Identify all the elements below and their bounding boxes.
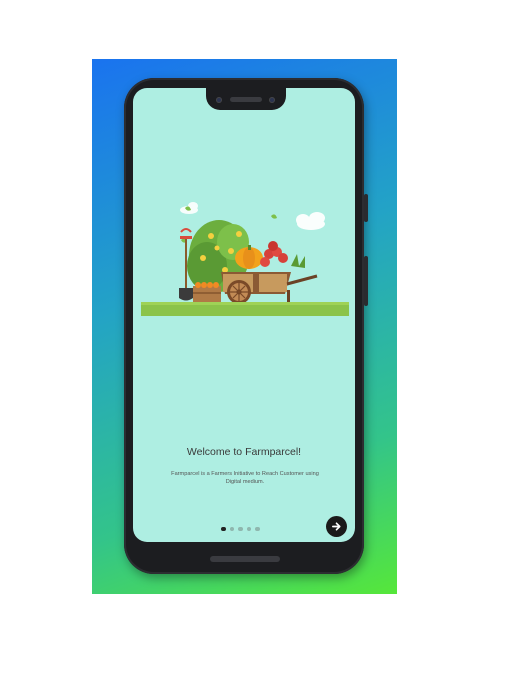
page-dot-2[interactable] [229,526,234,532]
page-dot-4[interactable] [246,526,251,532]
onboarding-description: Farmparcel is a Farmers Initiative to Re… [171,471,319,485]
crate-icon [193,282,221,302]
grass-icon [291,254,305,268]
page-dot-1[interactable] [221,526,226,532]
earpiece-speaker [230,97,262,102]
cart-icon [221,272,318,304]
phone-side-button [364,256,368,306]
onboarding-title: Welcome to Farmparcel! [186,446,302,458]
front-camera-right [269,97,275,103]
bottom-speaker [210,556,280,562]
leaf-icon [271,214,277,219]
front-camera-left [216,97,222,103]
cloud-icon [296,212,325,230]
next-button[interactable] [326,516,347,537]
farm-cart-illustration [141,202,349,316]
page-dot-5[interactable] [255,526,260,532]
phone-side-button [364,194,368,222]
arrow-right-icon [332,522,341,531]
apple-icon [260,241,288,267]
page-indicator [221,526,260,532]
page-dot-3[interactable] [238,526,243,532]
